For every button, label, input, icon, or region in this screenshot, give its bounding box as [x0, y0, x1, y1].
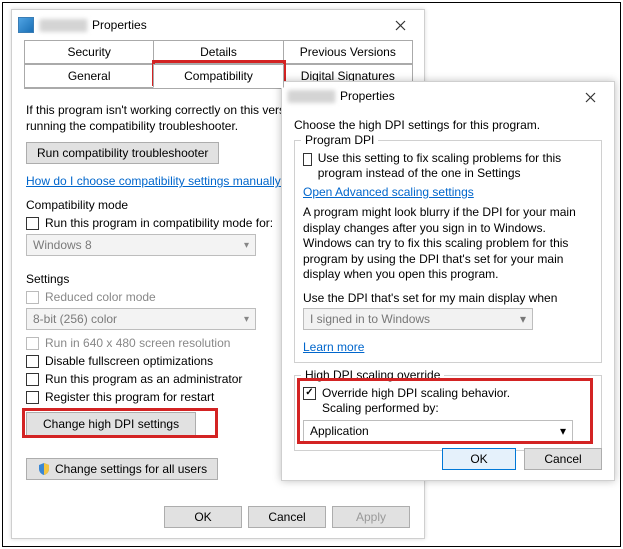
program-dpi-group: Program DPI Use this setting to fix scal… [294, 140, 602, 363]
dpi-override-group: High DPI scaling override Override high … [294, 375, 602, 451]
ok-button[interactable]: OK [164, 506, 242, 528]
close-icon[interactable] [382, 14, 418, 36]
titlebar: Properties [282, 82, 614, 110]
reduced-color-checkbox[interactable] [26, 291, 39, 304]
app-icon [18, 17, 34, 33]
reduced-color-dropdown[interactable]: 8-bit (256) color ▾ [26, 308, 256, 330]
chevron-down-icon: ▾ [244, 314, 249, 325]
override-scaling-dropdown[interactable]: Application ▾ [303, 420, 573, 442]
high-dpi-dialog: Properties Choose the high DPI settings … [281, 81, 615, 481]
compat-mode-dropdown[interactable]: Windows 8 ▾ [26, 234, 256, 256]
disable-fullscreen-label: Disable fullscreen optimizations [45, 354, 213, 368]
run-640x480-checkbox[interactable] [26, 337, 39, 350]
close-icon[interactable] [572, 86, 608, 108]
dpi-panel: Choose the high DPI settings for this pr… [282, 110, 614, 461]
redacted-appname [288, 90, 336, 103]
cancel-button[interactable]: Cancel [248, 506, 326, 528]
run-640x480-label: Run in 640 x 480 screen resolution [45, 336, 230, 350]
dialog2-title: Properties [340, 89, 395, 103]
dialog2-footer: OK Cancel [442, 448, 602, 470]
open-advanced-scaling-link[interactable]: Open Advanced scaling settings [303, 185, 474, 199]
tab-previous-versions[interactable]: Previous Versions [283, 40, 413, 64]
chevron-down-icon: ▾ [244, 240, 249, 251]
dpi-intro: Choose the high DPI settings for this pr… [294, 118, 602, 132]
override-dpi-checkbox[interactable] [303, 387, 316, 400]
compat-mode-value: Windows 8 [33, 238, 92, 252]
disable-fullscreen-checkbox[interactable] [26, 355, 39, 368]
blurry-explainer: A program might look blurry if the DPI f… [303, 205, 593, 283]
tab-general[interactable]: General [24, 64, 154, 88]
ok-button[interactable]: OK [442, 448, 516, 470]
dialog-title: Properties [92, 18, 147, 32]
run-troubleshooter-button[interactable]: Run compatibility troubleshooter [26, 142, 219, 164]
compat-mode-chk-label: Run this program in compatibility mode f… [45, 216, 273, 230]
outer-frame: Properties Security Details Previous Ver… [2, 2, 621, 547]
chevron-down-icon: ▾ [520, 312, 526, 326]
use-setting-checkbox[interactable] [303, 153, 312, 166]
learn-more-link[interactable]: Learn more [303, 340, 364, 354]
change-high-dpi-button[interactable]: Change high DPI settings [26, 412, 196, 436]
override-dpi-label: Override high DPI scaling behavior. Scal… [322, 386, 510, 416]
register-restart-label: Register this program for restart [45, 390, 214, 404]
register-restart-checkbox[interactable] [26, 391, 39, 404]
dpi-override-legend: High DPI scaling override [301, 368, 444, 382]
run-admin-label: Run this program as an administrator [45, 372, 242, 386]
tab-compatibility[interactable]: Compatibility [153, 64, 283, 88]
tab-security[interactable]: Security [24, 40, 154, 64]
chevron-down-icon: ▾ [560, 424, 566, 438]
reduced-color-label: Reduced color mode [45, 290, 156, 304]
titlebar: Properties [12, 10, 424, 40]
use-dpi-value: I signed in to Windows [310, 312, 430, 326]
use-setting-label: Use this setting to fix scaling problems… [318, 151, 593, 181]
override-scaling-value: Application [310, 424, 369, 438]
manual-settings-link[interactable]: How do I choose compatibility settings m… [26, 174, 287, 188]
compat-mode-checkbox[interactable] [26, 217, 39, 230]
apply-button[interactable]: Apply [332, 506, 410, 528]
use-dpi-when-label: Use the DPI that's set for my main displ… [303, 291, 593, 305]
cancel-button[interactable]: Cancel [524, 448, 602, 470]
shield-icon [37, 462, 51, 476]
tab-details[interactable]: Details [153, 40, 283, 64]
use-dpi-dropdown[interactable]: I signed in to Windows ▾ [303, 308, 533, 330]
run-admin-checkbox[interactable] [26, 373, 39, 386]
program-dpi-legend: Program DPI [301, 133, 378, 147]
change-all-users-button[interactable]: Change settings for all users [26, 458, 218, 480]
redacted-appname [40, 19, 88, 32]
reduced-color-value: 8-bit (256) color [33, 312, 117, 326]
change-all-users-label: Change settings for all users [55, 462, 207, 476]
dialog1-footer: OK Cancel Apply [164, 506, 410, 528]
